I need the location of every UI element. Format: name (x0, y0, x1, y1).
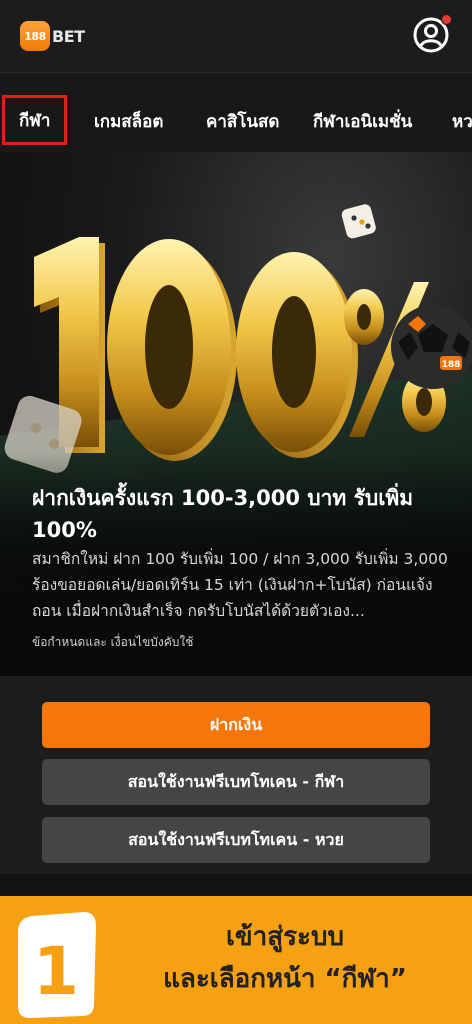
tab-animated-sports-label: กีฬาเอนิเมชั่น (313, 111, 413, 132)
logo-number: 188 (24, 29, 46, 43)
step-line-1: เข้าสู่ระบบ (225, 922, 345, 952)
notification-dot (441, 14, 452, 25)
tab-lottery-label: หวย (452, 111, 472, 132)
terms-link[interactable]: ข้อกำหนดและ เงื่อนไขบังคับใช้ (32, 633, 193, 652)
soccer-ball-icon: 188 (391, 305, 472, 389)
tutorial-lottery-button[interactable]: สอนใช้งานฟรีเบทโทเคน - หวย (42, 817, 430, 863)
account-button[interactable] (412, 14, 452, 54)
dice-icon (341, 204, 376, 239)
brand-logo[interactable]: 188 BET (20, 18, 85, 54)
step-card: 1 เข้าสู่ระบบ และเลือกหน้า “กีฬา” (0, 896, 472, 1024)
top-header: 188 BET (0, 0, 472, 72)
promo-banner[interactable]: 188 ฝากเงินครั้งแรก 100-3,000 บาท รับเพิ… (0, 152, 472, 676)
step-number-badge: 1 (18, 912, 96, 1018)
action-panel: ฝากเงิน สอนใช้งานฟรีเบทโทเคน - กีฬา สอนใ… (0, 676, 472, 874)
promo-description: สมาชิกใหม่ ฝาก 100 รับเพิ่ม 100 / ฝาก 3,… (32, 550, 448, 620)
step-instruction: เข้าสู่ระบบ และเลือกหน้า “กีฬา” (110, 916, 460, 1000)
deposit-button[interactable]: ฝากเงิน (42, 702, 430, 748)
tab-lottery[interactable]: หวย (452, 97, 472, 145)
tab-sports-label: กีฬา (19, 110, 51, 131)
tab-live-casino-label: คาสิโนสด (206, 111, 280, 132)
promo-title: ฝากเงินครั้งแรก 100-3,000 บาท รับเพิ่ม 1… (32, 486, 414, 542)
tab-slots-label: เกมสล็อต (94, 111, 164, 132)
tutorial-sports-button[interactable]: สอนใช้งานฟรีเบทโทเคน - กีฬา (42, 759, 430, 805)
category-nav: กีฬา เกมสล็อต คาสิโนสด กีฬาเอนิเมชั่น หว… (0, 72, 472, 152)
ball-label: 188 (442, 360, 461, 370)
tab-animated-sports[interactable]: กีฬาเอนิเมชั่น (313, 97, 412, 145)
section-divider (0, 874, 472, 896)
tab-live-casino[interactable]: คาสิโนสด (206, 97, 279, 145)
tab-slots[interactable]: เกมสล็อต (94, 97, 163, 145)
logo-badge: 188 (20, 21, 50, 51)
logo-text: BET (52, 26, 85, 46)
tab-sports[interactable]: กีฬา (2, 95, 68, 145)
step-line-2: และเลือกหน้า “กีฬา” (163, 964, 407, 994)
step-number: 1 (33, 933, 79, 1010)
